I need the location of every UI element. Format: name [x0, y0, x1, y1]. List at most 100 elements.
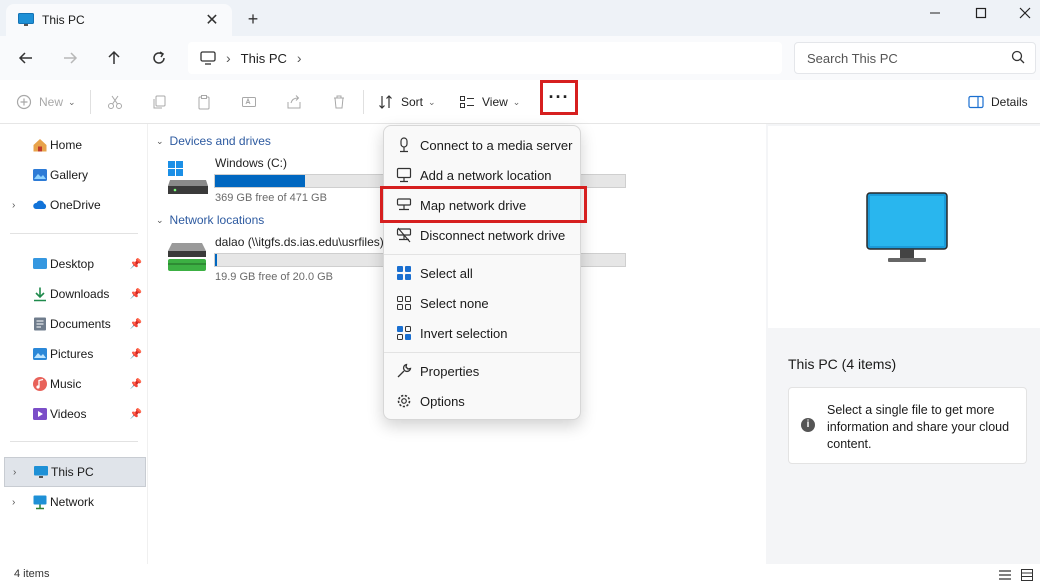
desktop-icon: [33, 258, 47, 269]
pin-icon[interactable]: 📌: [130, 259, 142, 270]
close-window-button[interactable]: [1002, 0, 1040, 26]
sidebar-item-gallery[interactable]: Gallery: [0, 160, 146, 190]
sidebar-item-label: Documents: [50, 317, 111, 331]
sidebar-item-this-pc[interactable]: › This PC: [4, 457, 146, 487]
share-icon: [287, 95, 301, 109]
drive-free-space: 369 GB free of 471 GB: [215, 192, 327, 204]
wrench-icon: [397, 363, 412, 378]
new-button[interactable]: New ⌄: [16, 89, 76, 115]
menu-item-disconnect-network-drive[interactable]: Disconnect network drive: [388, 221, 578, 249]
paste-button[interactable]: [196, 89, 212, 115]
delete-button[interactable]: [331, 89, 347, 115]
chevron-right-icon[interactable]: ›: [297, 50, 302, 66]
highlight-box: [380, 186, 587, 223]
divider: [90, 90, 91, 114]
group-network-locations[interactable]: ⌄ Network locations: [156, 213, 264, 227]
rename-button[interactable]: [241, 89, 257, 115]
details-button[interactable]: Details: [968, 89, 1028, 115]
sidebar-item-network[interactable]: › Network: [0, 487, 146, 517]
divider: [363, 90, 364, 114]
close-tab-icon[interactable]: ✕: [200, 8, 224, 32]
sidebar-item-pictures[interactable]: Pictures 📌: [0, 339, 146, 369]
monitor-icon: [18, 13, 34, 26]
sidebar-item-label: Gallery: [50, 168, 89, 182]
close-icon: [1019, 7, 1031, 19]
pin-icon[interactable]: 📌: [130, 409, 142, 420]
list-view-icon[interactable]: [998, 568, 1012, 582]
view-button[interactable]: View ⌄: [459, 89, 520, 115]
see-more-button[interactable]: ···: [540, 80, 578, 115]
menu-item-label: Invert selection: [420, 325, 508, 341]
tab-label: This PC: [42, 13, 85, 27]
tab-this-pc[interactable]: This PC ✕: [6, 4, 232, 36]
trash-icon: [334, 95, 344, 109]
large-monitor-icon: [866, 192, 948, 262]
chevron-down-icon: ⌄: [428, 96, 436, 107]
minimize-button[interactable]: [912, 0, 958, 26]
drive-name: Windows (C:): [215, 156, 288, 170]
status-bar: 4 items: [0, 564, 1040, 586]
sidebar-item-onedrive[interactable]: › OneDrive: [0, 190, 146, 220]
command-bar: New ⌄ Sort ⌄ View ⌄ Details: [0, 80, 1040, 124]
address-bar[interactable]: › This PC ›: [188, 42, 782, 74]
refresh-button[interactable]: [145, 44, 173, 72]
sort-label: Sort: [401, 95, 424, 109]
menu-item-select-all[interactable]: Select all: [388, 259, 578, 287]
pin-icon[interactable]: 📌: [130, 379, 142, 390]
menu-item-invert-selection[interactable]: Invert selection: [388, 319, 578, 347]
pin-icon[interactable]: 📌: [130, 289, 142, 300]
chevron-right-icon[interactable]: ›: [12, 497, 15, 508]
pin-icon[interactable]: 📌: [130, 319, 142, 330]
menu-item-properties[interactable]: Properties: [388, 357, 578, 385]
minimize-icon: [930, 12, 940, 14]
item-count: 4 items: [14, 568, 50, 580]
search-icon: [1011, 50, 1025, 64]
sidebar-item-home[interactable]: Home: [0, 130, 146, 160]
sidebar-item-documents[interactable]: Documents 📌: [0, 309, 146, 339]
menu-item-label: Select all: [420, 265, 473, 281]
sort-icon: [379, 95, 392, 109]
sidebar-item-music[interactable]: Music 📌: [0, 369, 146, 399]
maximize-button[interactable]: [958, 0, 1004, 26]
back-button[interactable]: [12, 44, 40, 72]
menu-item-connect-media-server[interactable]: Connect to a media server: [388, 131, 578, 159]
breadcrumb-this-pc[interactable]: This PC: [241, 51, 287, 66]
chevron-right-icon: ›: [226, 50, 231, 66]
navigation-pane: Home Gallery › OneDrive Desktop 📌 Downlo…: [0, 124, 148, 564]
new-tab-button[interactable]: +: [240, 6, 266, 32]
forward-button[interactable]: [56, 44, 84, 72]
pin-icon[interactable]: 📌: [130, 349, 142, 360]
pictures-icon: [33, 348, 47, 360]
network-drive-icon: [168, 243, 206, 271]
music-icon: [33, 377, 47, 391]
menu-item-options[interactable]: Options: [388, 387, 578, 415]
copy-button[interactable]: [151, 89, 167, 115]
sidebar-item-videos[interactable]: Videos 📌: [0, 399, 146, 429]
see-more-menu: Connect to a media server Add a network …: [383, 125, 581, 420]
info-card: i Select a single file to get more infor…: [788, 387, 1027, 464]
view-label: View: [482, 95, 508, 109]
share-button[interactable]: [286, 89, 302, 115]
refresh-icon: [153, 51, 165, 64]
menu-item-label: Connect to a media server: [420, 137, 573, 153]
sidebar-item-label: Downloads: [50, 287, 110, 301]
title-bar: This PC ✕ +: [0, 0, 1040, 36]
sidebar-item-downloads[interactable]: Downloads 📌: [0, 279, 146, 309]
sidebar-item-desktop[interactable]: Desktop 📌: [0, 249, 146, 279]
download-icon: [34, 287, 46, 302]
search-input[interactable]: Search This PC: [794, 42, 1036, 74]
info-text: Select a single file to get more informa…: [827, 403, 1010, 451]
menu-item-select-none[interactable]: Select none: [388, 289, 578, 317]
chevron-right-icon[interactable]: ›: [12, 200, 15, 211]
tiles-view-icon[interactable]: [1020, 568, 1034, 582]
menu-item-add-network-location[interactable]: Add a network location: [388, 161, 578, 189]
sort-button[interactable]: Sort ⌄: [378, 89, 436, 115]
chevron-right-icon[interactable]: ›: [13, 467, 16, 478]
up-button[interactable]: [100, 44, 128, 72]
monitor-outline-icon: [200, 51, 216, 65]
chevron-down-icon: ⌄: [68, 96, 76, 107]
cut-button[interactable]: [107, 89, 123, 115]
group-devices-and-drives[interactable]: ⌄ Devices and drives: [156, 134, 271, 148]
chevron-down-icon: ⌄: [512, 96, 521, 107]
group-header: Network locations: [169, 213, 265, 227]
